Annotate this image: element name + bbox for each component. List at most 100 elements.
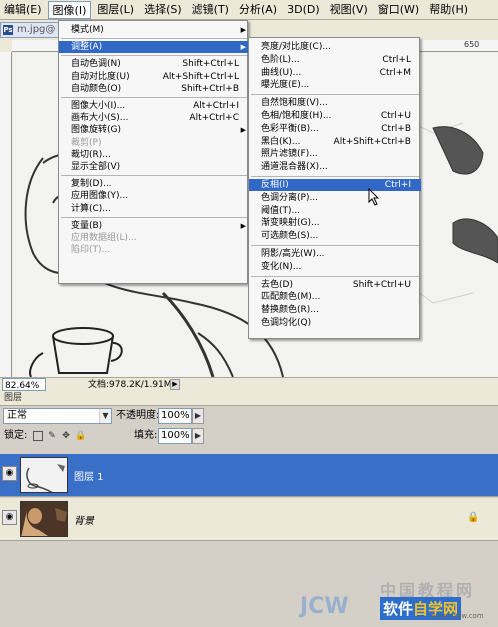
adjust-menu-item-label: 黑白(K)... <box>261 136 301 147</box>
eye-icon[interactable]: ◉ <box>2 510 17 525</box>
adjust-menu-item-label: 色阶(L)... <box>261 54 300 65</box>
image-menu-item[interactable]: 复制(D)... <box>59 178 249 190</box>
opacity-label: 不透明度: <box>116 410 160 421</box>
image-menu-item[interactable]: 自动对比度(U) Alt+Shift+Ctrl+L <box>59 71 249 83</box>
menu-layer[interactable]: 图层(L) <box>93 1 138 19</box>
menu-separator <box>61 38 247 40</box>
lock-all-icon[interactable]: 🔒 <box>75 431 86 441</box>
menu-image[interactable]: 图像(I) <box>47 0 92 19</box>
layer-row[interactable]: ◉ 图层 1 <box>0 454 498 497</box>
adjust-menu-item[interactable]: 自然饱和度(V)... <box>249 97 421 109</box>
adjust-menu-item-label: 色彩平衡(B)... <box>261 123 319 134</box>
opacity-arrow-icon[interactable]: ▶ <box>192 408 204 424</box>
menu-analysis[interactable]: 分析(A) <box>235 1 281 19</box>
menu-3d[interactable]: 3D(D) <box>283 1 324 19</box>
adjust-menu-item-label: 色相/饱和度(H)... <box>261 111 332 121</box>
adjust-menu-item[interactable]: 色相/饱和度(H)... Ctrl+U <box>249 110 421 122</box>
image-menu-item[interactable]: 图像旋转(G) ▶ <box>59 124 249 136</box>
zoom-field[interactable]: 82.64% <box>2 378 46 391</box>
image-menu-item-label: 图像旋转(G) <box>71 125 121 136</box>
image-menu-item-label: 调整(A) <box>71 42 103 53</box>
image-menu-item[interactable]: 模式(M) ▶ <box>59 24 249 36</box>
adjust-menu-item-label: 通道混合器(X)... <box>261 162 328 173</box>
vertical-ruler[interactable] <box>0 52 12 377</box>
lock-move-icon[interactable]: ✥ <box>61 431 71 441</box>
adjust-menu-shortcut: Ctrl+U <box>380 111 411 121</box>
image-menu-item-label: 显示全部(V) <box>71 162 121 172</box>
adjust-menu-item[interactable]: 变化(N)... <box>249 261 421 273</box>
image-menu-item[interactable]: 自动颜色(O) Shift+Ctrl+B <box>59 83 249 95</box>
adjust-menu-item[interactable]: 匹配颜色(M)... <box>249 291 421 303</box>
adjust-menu-item[interactable]: 阈值(T)... <box>249 205 421 217</box>
image-menu-item-label: 模式(M) <box>71 25 104 35</box>
menu-bar: 编辑(E) 图像(I) 图层(L) 选择(S) 滤镜(T) 分析(A) 3D(D… <box>0 0 498 20</box>
menu-select[interactable]: 选择(S) <box>140 1 186 19</box>
menu-filter[interactable]: 滤镜(T) <box>188 1 233 19</box>
adjust-menu-item-label: 曲线(U)... <box>261 67 302 78</box>
image-menu: 模式(M) ▶ 调整(A) ▶ 自动色调(N) Shift+Ctrl+L 自动对比度(U) A… <box>58 20 249 284</box>
status-menu-arrow-icon[interactable]: ▶ <box>170 379 180 390</box>
document-tab[interactable]: Ps m.jpg@ <box>0 22 61 38</box>
lock-label: 锁定: <box>4 430 28 441</box>
watermark-url: www.rjzxw.com <box>430 612 484 620</box>
image-menu-item: 应用数据组(L)... <box>59 232 249 244</box>
adjust-menu-item[interactable]: 曲线(U)... Ctrl+M <box>249 67 421 79</box>
image-menu-item[interactable]: 画布大小(S)... Alt+Ctrl+C <box>59 112 249 124</box>
adjust-menu-item[interactable]: 渐变映射(G)... <box>249 217 421 229</box>
fill-field[interactable]: 100% <box>158 428 192 444</box>
menu-window[interactable]: 窗口(W) <box>374 1 423 19</box>
fill-label: 填充: <box>134 430 158 441</box>
image-menu-item-label: 自动色调(N) <box>71 59 121 70</box>
adjust-menu-item-label: 阴影/高光(W)... <box>261 249 325 259</box>
adjust-menu-item[interactable]: 替换颜色(R)... <box>249 304 421 316</box>
adjust-menu-item-label: 色调均化(Q) <box>261 318 312 328</box>
image-menu-shortcut: Shift+Ctrl+B <box>181 83 239 94</box>
adjust-menu-item[interactable]: 曝光度(E)... <box>249 79 421 91</box>
image-menu-item-label: 裁切(R)... <box>71 149 111 160</box>
adjust-menu-item[interactable]: 可选颜色(S)... <box>249 230 421 242</box>
image-menu-item-label: 画布大小(S)... <box>71 113 129 124</box>
blend-mode-select[interactable]: 正常 ▼ <box>3 408 112 424</box>
menu-edit[interactable]: 编辑(E) <box>0 1 46 19</box>
adjust-menu-item-label: 去色(D) <box>261 279 293 290</box>
image-menu-item[interactable]: 自动色调(N) Shift+Ctrl+L <box>59 58 249 70</box>
layer-thumbnail <box>20 457 68 493</box>
chevron-down-icon[interactable]: ▼ <box>99 409 111 423</box>
adjust-menu-item[interactable]: 亮度/对比度(C)... <box>249 41 421 53</box>
image-menu-item[interactable]: 图像大小(I)... Alt+Ctrl+I <box>59 100 249 112</box>
fill-arrow-icon[interactable]: ▶ <box>192 428 204 444</box>
adjust-menu-item-label: 匹配颜色(M)... <box>261 292 321 303</box>
adjust-menu-item[interactable]: 通道混合器(X)... <box>249 161 421 173</box>
adjust-menu-item[interactable]: 反相(I) Ctrl+I <box>249 179 421 191</box>
opacity-field[interactable]: 100% <box>158 408 192 424</box>
image-menu-item-label: 变量(B) <box>71 220 103 231</box>
adjust-menu-item-label: 色调分离(P)... <box>261 192 319 203</box>
image-menu-item-label: 自动对比度(U) <box>71 71 130 82</box>
layer-row[interactable]: ◉ 背景 🔒 <box>0 498 498 541</box>
image-menu-item-label: 应用图像(Y)... <box>71 191 129 202</box>
adjust-menu-item[interactable]: 色阶(L)... Ctrl+L <box>249 54 421 66</box>
image-menu-item[interactable]: 应用图像(Y)... <box>59 190 249 202</box>
adjust-menu-item[interactable]: 色彩平衡(B)... Ctrl+B <box>249 123 421 135</box>
submenu-arrow-icon: ▶ <box>240 43 246 52</box>
adjust-menu-item-label: 自然饱和度(V)... <box>261 98 328 109</box>
lock-transparency-icon[interactable] <box>33 431 43 441</box>
menu-help[interactable]: 帮助(H) <box>425 1 472 19</box>
menu-separator <box>61 55 247 57</box>
adjust-menu-item[interactable]: 阴影/高光(W)... <box>249 248 421 260</box>
adjust-menu-item[interactable]: 去色(D) Shift+Ctrl+U <box>249 279 421 291</box>
adjust-menu-item[interactable]: 黑白(K)... Alt+Shift+Ctrl+B <box>249 136 421 148</box>
lock-brush-icon[interactable]: ✎ <box>47 431 57 441</box>
menu-view[interactable]: 视图(V) <box>326 1 372 19</box>
adjust-menu-item[interactable]: 色调分离(P)... <box>249 192 421 204</box>
status-bar: 82.64% 文档:978.2K/1.91M ▶ <box>0 377 498 392</box>
image-menu-shortcut: Shift+Ctrl+L <box>182 59 239 70</box>
image-menu-item[interactable]: 变量(B) ▶ <box>59 220 249 232</box>
image-menu-item[interactable]: 显示全部(V) <box>59 161 249 173</box>
adjust-menu-item[interactable]: 色调均化(Q) <box>249 317 421 329</box>
image-menu-item[interactable]: 调整(A) ▶ <box>59 41 249 54</box>
image-menu-item[interactable]: 计算(C)... <box>59 203 249 215</box>
eye-icon[interactable]: ◉ <box>2 466 17 481</box>
adjust-menu-item[interactable]: 照片滤镜(F)... <box>249 148 421 160</box>
image-menu-item[interactable]: 裁切(R)... <box>59 149 249 161</box>
